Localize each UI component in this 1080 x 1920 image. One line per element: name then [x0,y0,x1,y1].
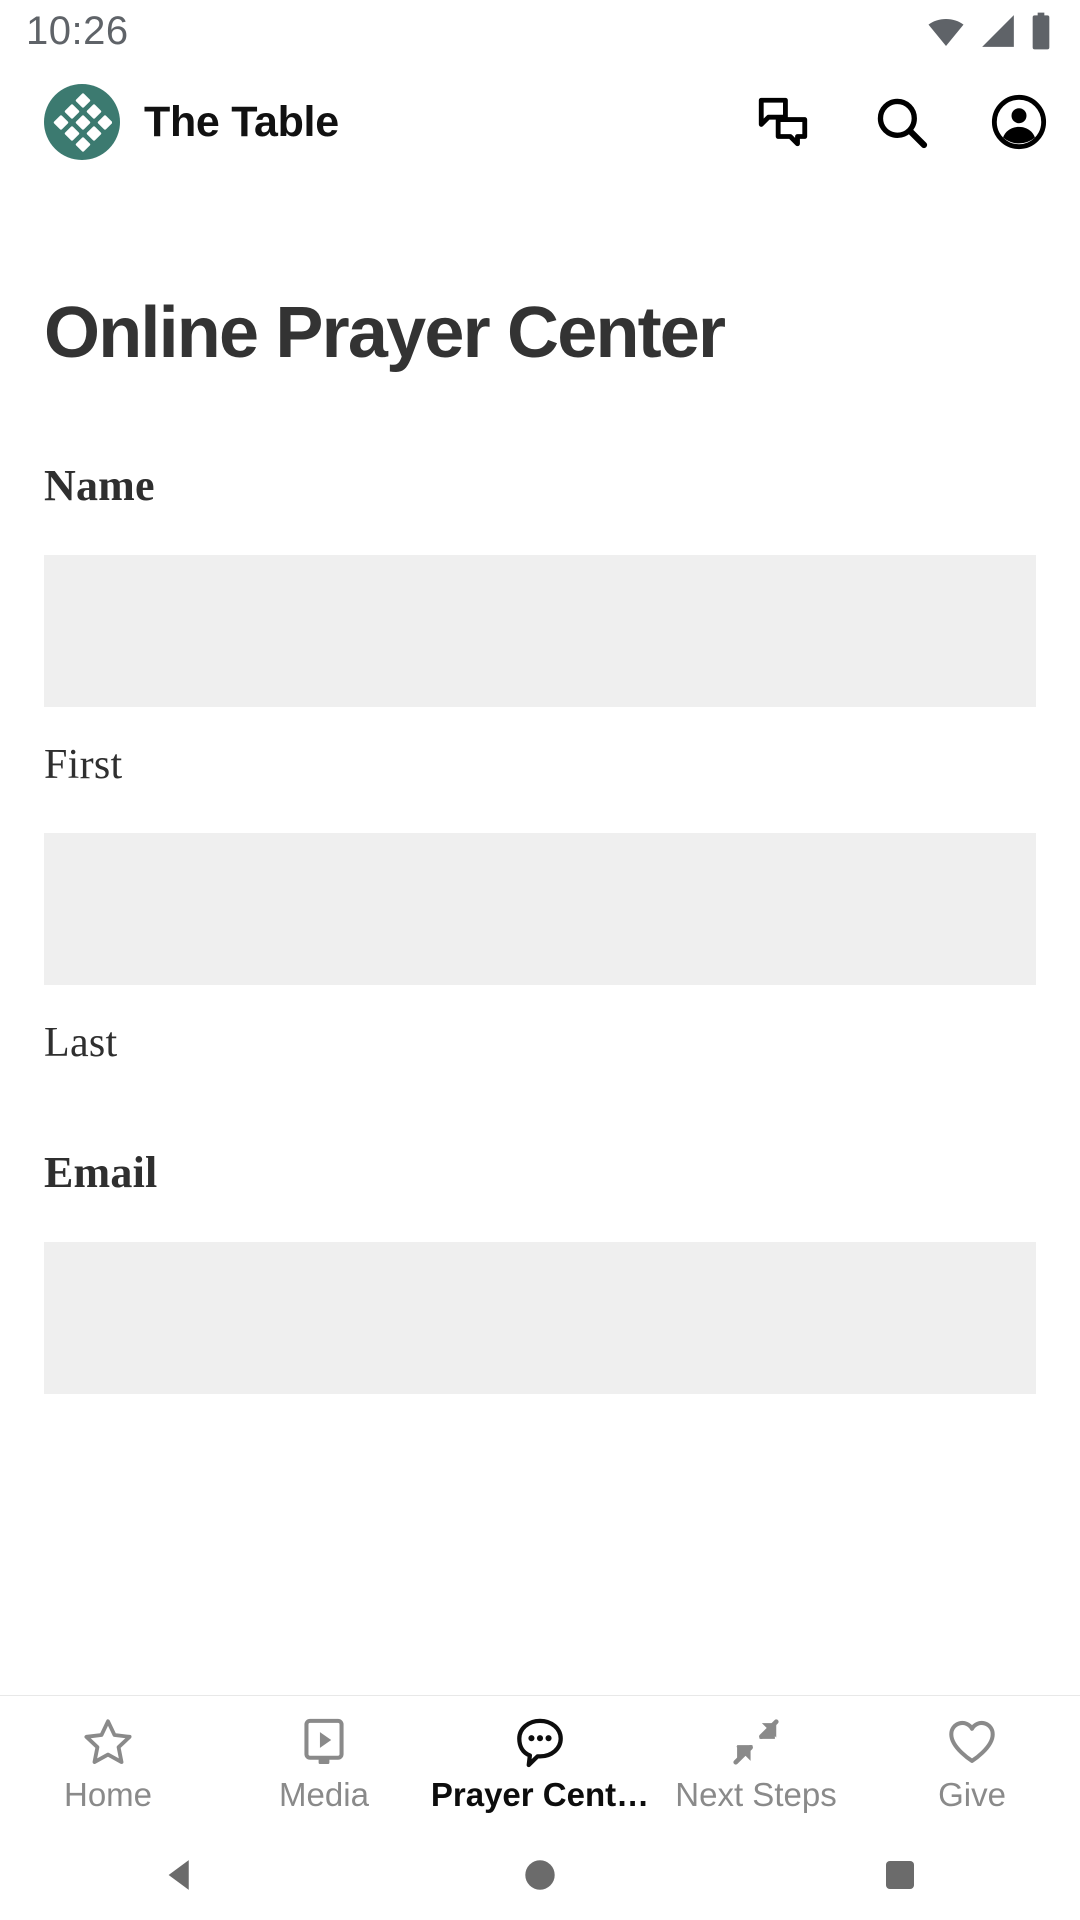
nav-label-prayer-center: Prayer Cent… [432,1776,648,1813]
media-player-icon [297,1714,351,1770]
page-title: Online Prayer Center [44,293,726,373]
sub-label-first: First [44,742,123,788]
account-circle-icon [990,93,1048,151]
nav-label-next-steps: Next Steps [675,1776,837,1813]
brand-name: The Table [144,97,339,146]
search-icon [872,93,930,151]
nav-label-media: Media [279,1776,369,1813]
android-home-button[interactable] [360,1854,720,1896]
nav-item-give[interactable]: Give [864,1696,1080,1830]
home-circle-icon [519,1854,561,1896]
recents-square-icon [879,1854,921,1896]
email-input[interactable] [44,1242,1036,1394]
field-group-email: Email [44,1147,1036,1394]
first-name-input[interactable] [44,555,1036,707]
star-outline-icon [81,1714,135,1770]
messages-button[interactable] [752,91,814,153]
app-header: The Table [0,62,1080,182]
status-bar-clock: 10:26 [26,8,129,53]
android-system-navigation [0,1830,1080,1920]
search-button[interactable] [870,91,932,153]
sub-label-last: Last [44,1020,118,1066]
field-label-name: Name [44,461,155,510]
wifi-icon [926,11,966,51]
back-triangle-icon [159,1854,201,1896]
nav-item-media[interactable]: Media [216,1696,432,1830]
nav-label-home: Home [63,1776,153,1813]
nav-item-home[interactable]: Home [0,1696,216,1830]
nav-item-prayer-center[interactable]: Prayer Cent… [432,1696,648,1830]
status-bar: 10:26 [0,0,1080,62]
brand-block[interactable]: The Table [44,84,339,160]
battery-icon [1030,11,1052,51]
table-diamond-lattice-logo [44,84,120,160]
last-name-input[interactable] [44,833,1036,985]
heart-outline-icon [945,1714,999,1770]
cell-signal-icon [979,12,1017,50]
field-label-email: Email [44,1148,158,1197]
account-button[interactable] [988,91,1050,153]
bottom-navigation-bar: Home Media Prayer Cent… Next Steps Give [0,1695,1080,1830]
chat-bubbles-icon [754,93,812,151]
status-bar-indicators [926,11,1052,51]
header-actions [752,91,1050,153]
android-recents-button[interactable] [720,1854,1080,1896]
nav-label-give: Give [938,1776,1006,1813]
logo-lattice-pattern [53,93,112,152]
arrows-converge-icon [729,1714,783,1770]
field-group-name: Name First Last [44,460,1036,1067]
chat-dots-bubble-icon [513,1714,567,1770]
android-back-button[interactable] [0,1854,360,1896]
nav-item-next-steps[interactable]: Next Steps [648,1696,864,1830]
main-content: Online Prayer Center Name First Last Ema… [0,292,1080,1476]
